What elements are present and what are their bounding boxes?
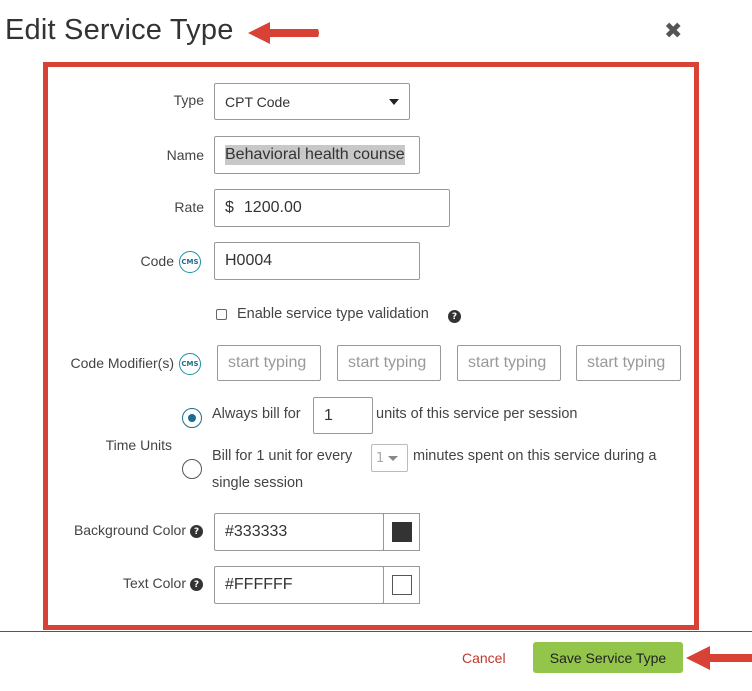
code-modifier-input-4[interactable]: start typing [576,345,681,381]
help-icon[interactable]: ? [448,310,461,323]
chevron-down-icon [389,98,399,105]
currency-symbol: $ [225,199,234,216]
text-color-value: #FFFFFF [225,576,293,593]
rate-input-value: 1200.00 [243,199,302,216]
bill-per-minutes-text: Bill for 1 unit for every [212,448,353,464]
name-input[interactable]: Behavioral health counse [214,136,420,174]
background-color-label: Background Color [73,522,186,538]
text-color-input[interactable]: #FFFFFF [214,566,384,604]
units-input[interactable]: 1 [313,397,373,434]
text-color-swatch [391,575,412,595]
code-modifier-placeholder: start typing [468,354,547,371]
background-color-input[interactable]: #333333 [214,513,384,551]
code-modifier-placeholder: start typing [228,354,307,371]
code-modifier-input-3[interactable]: start typing [457,345,561,381]
always-bill-suffix: units of this service per session [376,406,578,422]
background-color-value: #333333 [225,523,288,540]
code-modifier-placeholder: start typing [587,354,666,371]
rate-label: Rate [174,199,204,215]
name-label: Name [166,147,204,163]
dialog-title: Edit Service Type [5,14,234,46]
text-color-picker[interactable] [383,566,420,604]
help-icon[interactable]: ? [190,525,203,538]
always-bill-radio[interactable] [182,408,202,428]
name-input-value: Behavioral health counse [225,145,405,165]
code-modifier-input-1[interactable]: start typing [217,345,321,381]
bill-per-minutes-suffix: minutes spent on this service during a [413,448,657,464]
background-color-picker[interactable] [383,513,420,551]
chevron-down-icon [388,455,399,461]
validation-checkbox[interactable] [216,309,227,320]
rate-input[interactable]: $ 1200.00 [214,189,450,227]
always-bill-text: Always bill for [212,406,301,422]
cms-badge-icon: CMS [179,251,201,273]
code-modifier-placeholder: start typing [348,354,427,371]
background-color-swatch [391,522,412,542]
code-input[interactable]: H0004 [214,242,420,280]
cancel-button[interactable]: Cancel [462,650,506,666]
footer-divider [0,631,752,632]
minutes-select-value: 1 [376,450,385,466]
validation-label: Enable service type validation [237,306,429,322]
type-label: Type [173,92,204,108]
time-units-label: Time Units [105,437,172,453]
annotation-arrow-save [686,646,752,670]
type-select[interactable]: CPT Code [214,83,410,120]
code-label: Code [140,253,174,269]
close-icon[interactable]: ✖ [664,20,682,44]
bill-per-minutes-suffix-line2: single session [212,475,304,491]
units-input-value: 1 [324,406,333,424]
code-modifier-input-2[interactable]: start typing [337,345,441,381]
text-color-label: Text Color [122,575,186,591]
minutes-select[interactable]: 1 [371,444,408,472]
annotation-arrow-title [248,22,319,44]
code-input-value: H0004 [225,252,273,269]
cms-badge-icon: CMS [179,353,201,375]
code-modifiers-label: Code Modifier(s) [70,355,174,371]
bill-per-minutes-radio[interactable] [182,459,202,479]
radio-selected-dot [188,414,196,422]
save-service-type-button[interactable]: Save Service Type [533,642,683,673]
help-icon[interactable]: ? [190,578,203,591]
type-select-value: CPT Code [225,93,291,110]
